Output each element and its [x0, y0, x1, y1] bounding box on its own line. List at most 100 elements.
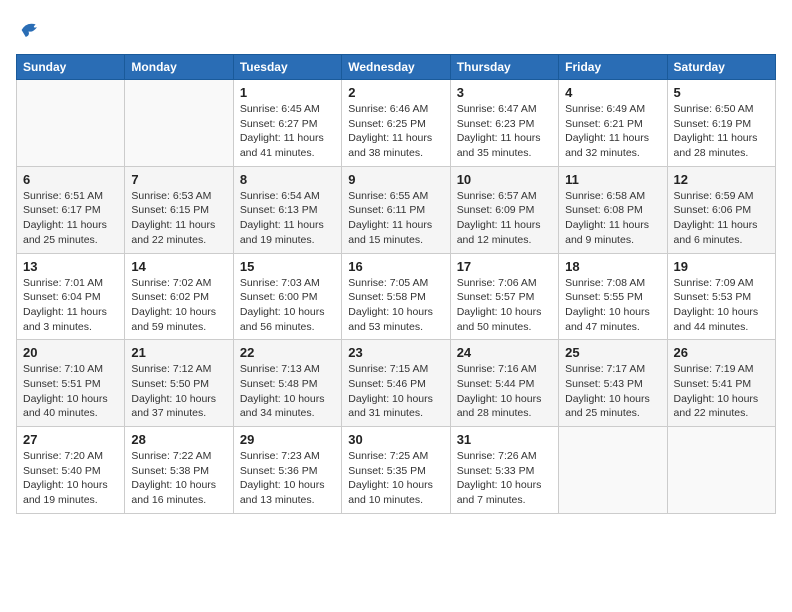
- day-cell: 25 Sunrise: 7:17 AM Sunset: 5:43 PM Dayli…: [559, 340, 667, 427]
- day-cell: 27 Sunrise: 7:20 AM Sunset: 5:40 PM Dayli…: [17, 427, 125, 514]
- day-number: 18: [565, 259, 660, 274]
- day-number: 16: [348, 259, 443, 274]
- day-cell: 24 Sunrise: 7:16 AM Sunset: 5:44 PM Dayli…: [450, 340, 558, 427]
- day-cell: 18Sunrise: 7:08 AM Sunset: 5:55 PM Dayli…: [559, 253, 667, 340]
- day-number: 22: [240, 345, 335, 360]
- day-number: 17: [457, 259, 552, 274]
- day-info: Sunrise: 6:45 AM Sunset: 6:27 PM Dayligh…: [240, 102, 335, 161]
- day-info: Sunrise: 7:26 AM Sunset: 5:33 PM Dayligh…: [457, 449, 552, 508]
- day-cell: 15Sunrise: 7:03 AM Sunset: 6:00 PM Dayli…: [233, 253, 341, 340]
- day-info: Sunrise: 7:12 AM Sunset: 5:50 PM Dayligh…: [131, 362, 226, 421]
- day-number: 10: [457, 172, 552, 187]
- week-row-4: 27 Sunrise: 7:20 AM Sunset: 5:40 PM Dayli…: [17, 427, 776, 514]
- day-number: 4: [565, 85, 660, 100]
- day-cell: 16 Sunrise: 7:05 AM Sunset: 5:58 PM Dayli…: [342, 253, 450, 340]
- day-number: 3: [457, 85, 552, 100]
- day-number: 9: [348, 172, 443, 187]
- day-info: Sunrise: 6:53 AM Sunset: 6:15 PM Dayligh…: [131, 189, 226, 248]
- day-number: 28: [131, 432, 226, 447]
- day-info: Sunrise: 6:57 AM Sunset: 6:09 PM Dayligh…: [457, 189, 552, 248]
- day-number: 8: [240, 172, 335, 187]
- day-number: 5: [674, 85, 769, 100]
- dow-tuesday: Tuesday: [233, 55, 341, 80]
- day-info: Sunrise: 7:25 AM Sunset: 5:35 PM Dayligh…: [348, 449, 443, 508]
- day-of-week-row: SundayMondayTuesdayWednesdayThursdayFrid…: [17, 55, 776, 80]
- dow-sunday: Sunday: [17, 55, 125, 80]
- day-info: Sunrise: 7:19 AM Sunset: 5:41 PM Dayligh…: [674, 362, 769, 421]
- day-cell: 23Sunrise: 7:15 AM Sunset: 5:46 PM Dayli…: [342, 340, 450, 427]
- day-cell: 8Sunrise: 6:54 AM Sunset: 6:13 PM Daylig…: [233, 166, 341, 253]
- day-number: 29: [240, 432, 335, 447]
- day-info: Sunrise: 6:59 AM Sunset: 6:06 PM Dayligh…: [674, 189, 769, 248]
- day-cell: 12 Sunrise: 6:59 AM Sunset: 6:06 PM Dayli…: [667, 166, 775, 253]
- day-number: 27: [23, 432, 118, 447]
- week-row-0: 1 Sunrise: 6:45 AM Sunset: 6:27 PM Daylig…: [17, 80, 776, 167]
- day-cell: [17, 80, 125, 167]
- logo-bird-icon: [16, 16, 44, 44]
- day-cell: 21 Sunrise: 7:12 AM Sunset: 5:50 PM Dayli…: [125, 340, 233, 427]
- day-info: Sunrise: 7:15 AM Sunset: 5:46 PM Dayligh…: [348, 362, 443, 421]
- day-info: Sunrise: 7:06 AM Sunset: 5:57 PM Dayligh…: [457, 276, 552, 335]
- day-cell: 5 Sunrise: 6:50 AM Sunset: 6:19 PM Daylig…: [667, 80, 775, 167]
- dow-monday: Monday: [125, 55, 233, 80]
- week-row-2: 13 Sunrise: 7:01 AM Sunset: 6:04 PM Dayli…: [17, 253, 776, 340]
- day-info: Sunrise: 7:20 AM Sunset: 5:40 PM Dayligh…: [23, 449, 118, 508]
- day-info: Sunrise: 6:58 AM Sunset: 6:08 PM Dayligh…: [565, 189, 660, 248]
- day-number: 7: [131, 172, 226, 187]
- day-cell: [559, 427, 667, 514]
- day-info: Sunrise: 7:13 AM Sunset: 5:48 PM Dayligh…: [240, 362, 335, 421]
- day-info: Sunrise: 6:55 AM Sunset: 6:11 PM Dayligh…: [348, 189, 443, 248]
- day-info: Sunrise: 7:17 AM Sunset: 5:43 PM Dayligh…: [565, 362, 660, 421]
- calendar-table: SundayMondayTuesdayWednesdayThursdayFrid…: [16, 54, 776, 514]
- day-info: Sunrise: 7:01 AM Sunset: 6:04 PM Dayligh…: [23, 276, 118, 335]
- logo: [16, 16, 48, 44]
- day-info: Sunrise: 6:49 AM Sunset: 6:21 PM Dayligh…: [565, 102, 660, 161]
- day-cell: 17 Sunrise: 7:06 AM Sunset: 5:57 PM Dayli…: [450, 253, 558, 340]
- day-number: 31: [457, 432, 552, 447]
- day-number: 2: [348, 85, 443, 100]
- day-number: 12: [674, 172, 769, 187]
- day-info: Sunrise: 6:50 AM Sunset: 6:19 PM Dayligh…: [674, 102, 769, 161]
- day-cell: 7 Sunrise: 6:53 AM Sunset: 6:15 PM Daylig…: [125, 166, 233, 253]
- day-number: 26: [674, 345, 769, 360]
- day-cell: 28 Sunrise: 7:22 AM Sunset: 5:38 PM Dayli…: [125, 427, 233, 514]
- day-cell: 1 Sunrise: 6:45 AM Sunset: 6:27 PM Daylig…: [233, 80, 341, 167]
- day-number: 6: [23, 172, 118, 187]
- day-cell: 22 Sunrise: 7:13 AM Sunset: 5:48 PM Dayli…: [233, 340, 341, 427]
- day-info: Sunrise: 7:09 AM Sunset: 5:53 PM Dayligh…: [674, 276, 769, 335]
- dow-wednesday: Wednesday: [342, 55, 450, 80]
- day-info: Sunrise: 7:05 AM Sunset: 5:58 PM Dayligh…: [348, 276, 443, 335]
- day-number: 1: [240, 85, 335, 100]
- day-cell: 31 Sunrise: 7:26 AM Sunset: 5:33 PM Dayli…: [450, 427, 558, 514]
- day-number: 21: [131, 345, 226, 360]
- day-cell: 13 Sunrise: 7:01 AM Sunset: 6:04 PM Dayli…: [17, 253, 125, 340]
- day-info: Sunrise: 6:51 AM Sunset: 6:17 PM Dayligh…: [23, 189, 118, 248]
- day-cell: 6 Sunrise: 6:51 AM Sunset: 6:17 PM Daylig…: [17, 166, 125, 253]
- day-cell: 4 Sunrise: 6:49 AM Sunset: 6:21 PM Daylig…: [559, 80, 667, 167]
- day-cell: 26 Sunrise: 7:19 AM Sunset: 5:41 PM Dayli…: [667, 340, 775, 427]
- dow-saturday: Saturday: [667, 55, 775, 80]
- day-cell: 11 Sunrise: 6:58 AM Sunset: 6:08 PM Dayli…: [559, 166, 667, 253]
- day-info: Sunrise: 7:16 AM Sunset: 5:44 PM Dayligh…: [457, 362, 552, 421]
- day-info: Sunrise: 7:02 AM Sunset: 6:02 PM Dayligh…: [131, 276, 226, 335]
- day-cell: 10 Sunrise: 6:57 AM Sunset: 6:09 PM Dayli…: [450, 166, 558, 253]
- day-number: 11: [565, 172, 660, 187]
- day-cell: 14 Sunrise: 7:02 AM Sunset: 6:02 PM Dayli…: [125, 253, 233, 340]
- day-number: 14: [131, 259, 226, 274]
- day-number: 20: [23, 345, 118, 360]
- day-info: Sunrise: 7:03 AM Sunset: 6:00 PM Dayligh…: [240, 276, 335, 335]
- day-cell: [667, 427, 775, 514]
- day-number: 24: [457, 345, 552, 360]
- day-cell: 2 Sunrise: 6:46 AM Sunset: 6:25 PM Daylig…: [342, 80, 450, 167]
- dow-friday: Friday: [559, 55, 667, 80]
- day-cell: 30Sunrise: 7:25 AM Sunset: 5:35 PM Dayli…: [342, 427, 450, 514]
- day-number: 19: [674, 259, 769, 274]
- day-info: Sunrise: 7:22 AM Sunset: 5:38 PM Dayligh…: [131, 449, 226, 508]
- day-info: Sunrise: 6:46 AM Sunset: 6:25 PM Dayligh…: [348, 102, 443, 161]
- day-number: 13: [23, 259, 118, 274]
- day-number: 25: [565, 345, 660, 360]
- day-info: Sunrise: 6:47 AM Sunset: 6:23 PM Dayligh…: [457, 102, 552, 161]
- page-header: [16, 16, 776, 44]
- day-cell: [125, 80, 233, 167]
- day-info: Sunrise: 7:23 AM Sunset: 5:36 PM Dayligh…: [240, 449, 335, 508]
